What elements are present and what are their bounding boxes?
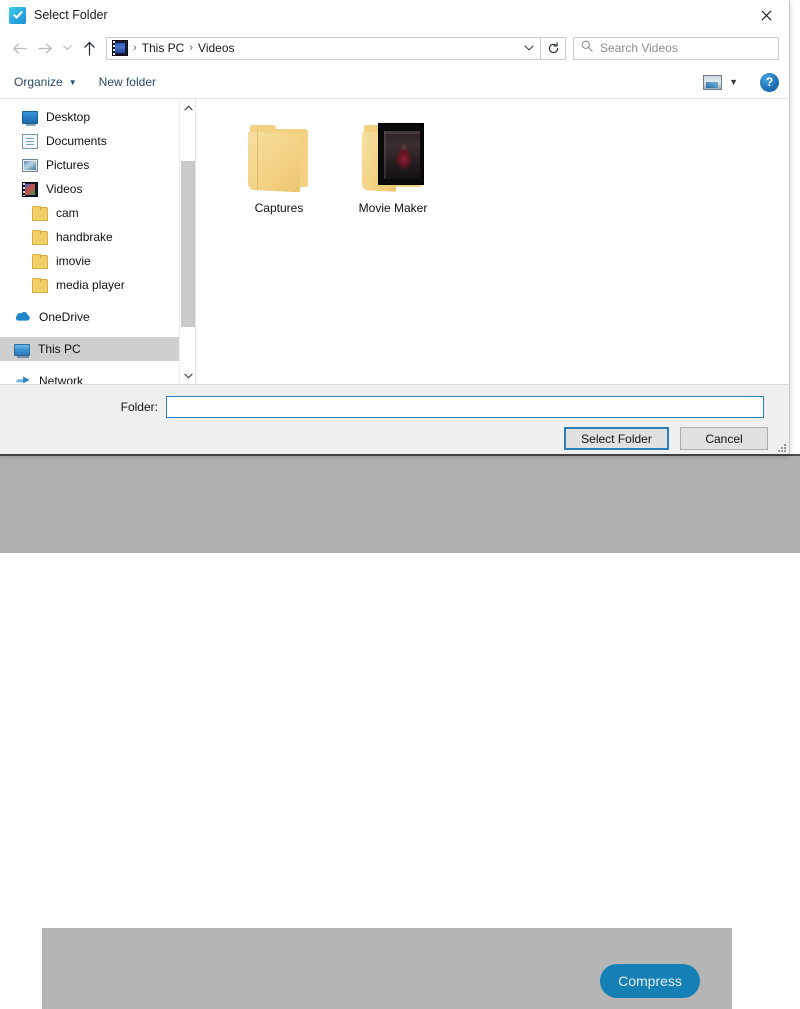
dialog-titlebar: Select Folder <box>0 0 789 30</box>
sidebar-item-desktop[interactable]: Desktop <box>0 105 195 129</box>
select-folder-dialog: Select Folder <box>0 0 790 454</box>
navigation-bar: › This PC › Videos Search <box>0 30 789 66</box>
organize-button[interactable]: Organize ▼ <box>14 75 77 89</box>
address-chevron-down-icon[interactable] <box>518 38 540 59</box>
sidebar-item-pictures[interactable]: Pictures <box>0 153 195 177</box>
organize-label: Organize <box>14 75 63 89</box>
breadcrumb-this-pc[interactable]: This PC <box>142 41 185 55</box>
sidebar-scrollbar[interactable] <box>179 99 195 384</box>
scrollbar-thumb[interactable] <box>181 161 195 327</box>
onedrive-icon <box>14 309 31 325</box>
file-list-view[interactable]: Captures Movie Maker <box>196 99 789 384</box>
sidebar-item-label: media player <box>56 278 125 292</box>
sidebar-item-label: OneDrive <box>39 310 90 324</box>
checkmark-icon <box>9 7 26 24</box>
sidebar-item-label: Network <box>39 374 83 384</box>
folder-icon <box>32 231 48 245</box>
refresh-icon[interactable] <box>541 37 566 60</box>
view-chevron-down-icon[interactable]: ▼ <box>729 77 738 87</box>
folder-icon <box>32 279 48 293</box>
folder-with-thumbnail-icon <box>362 119 424 191</box>
videos-folder-icon <box>112 40 128 56</box>
file-item-label: Movie Maker <box>359 201 428 215</box>
compress-button[interactable]: Compress <box>600 964 700 998</box>
scroll-up-icon[interactable] <box>180 99 196 116</box>
search-icon <box>581 39 593 57</box>
documents-icon <box>22 134 38 149</box>
up-icon[interactable] <box>76 35 102 61</box>
view-options-icon[interactable] <box>703 75 722 90</box>
toolbar-right-group: ▼ ? <box>703 73 779 92</box>
address-bar[interactable]: › This PC › Videos <box>106 37 541 60</box>
sidebar-item-onedrive[interactable]: OneDrive <box>0 305 195 329</box>
pictures-icon <box>22 159 38 172</box>
folder-field-row: Folder: <box>0 385 789 418</box>
back-icon[interactable] <box>6 35 32 61</box>
search-placeholder-text: Search Videos <box>600 41 678 55</box>
sidebar-item-label: Desktop <box>46 110 90 124</box>
select-folder-button[interactable]: Select Folder <box>564 427 669 450</box>
network-icon <box>14 373 31 384</box>
scroll-down-icon[interactable] <box>180 367 196 384</box>
file-item-movie-maker[interactable]: Movie Maker <box>336 117 450 215</box>
dialog-title: Select Folder <box>34 8 108 22</box>
sidebar-item-imovie[interactable]: imovie <box>0 249 195 273</box>
history-chevron-down-icon[interactable] <box>58 35 76 61</box>
sidebar-item-label: imovie <box>56 254 91 268</box>
cancel-button[interactable]: Cancel <box>680 427 768 450</box>
folder-icon <box>32 207 48 221</box>
this-pc-icon <box>14 344 30 356</box>
background-app-body: Compress <box>0 454 800 553</box>
sidebar-item-label: cam <box>56 206 79 220</box>
command-toolbar: Organize ▼ New folder ▼ ? <box>0 66 789 99</box>
dialog-body: Desktop Documents <box>0 99 789 384</box>
folder-label: Folder: <box>0 400 166 414</box>
navigation-pane: Desktop Documents <box>0 99 196 384</box>
file-item-captures[interactable]: Captures <box>222 117 336 215</box>
desktop-icon <box>22 111 38 124</box>
videos-icon <box>22 182 38 197</box>
sidebar-item-label: This PC <box>38 342 81 356</box>
sidebar-item-documents[interactable]: Documents <box>0 129 195 153</box>
folder-icon <box>248 119 310 191</box>
sidebar-item-label: Videos <box>46 182 82 196</box>
forward-icon[interactable] <box>32 35 58 61</box>
sidebar-item-this-pc[interactable]: This PC <box>0 337 195 361</box>
sidebar-item-media-player[interactable]: media player <box>0 273 195 297</box>
sidebar-item-handbrake[interactable]: handbrake <box>0 225 195 249</box>
sidebar-item-label: Pictures <box>46 158 89 172</box>
search-input[interactable]: Search Videos <box>573 37 779 60</box>
sidebar-item-videos[interactable]: Videos <box>0 177 195 201</box>
new-folder-label: New folder <box>99 75 156 89</box>
sidebar-item-label: Documents <box>46 134 107 148</box>
resize-grip[interactable] <box>775 441 787 453</box>
new-folder-button[interactable]: New folder <box>99 75 156 89</box>
file-item-label: Captures <box>255 201 304 215</box>
dialog-button-row: Select Folder Cancel <box>564 427 768 450</box>
folder-name-input[interactable] <box>166 396 764 418</box>
close-icon[interactable] <box>743 0 789 30</box>
sidebar-item-network[interactable]: Network <box>0 369 195 384</box>
sidebar-item-cam[interactable]: cam <box>0 201 195 225</box>
folder-thumbnail-image <box>378 123 424 185</box>
breadcrumb-separator: › <box>189 42 193 54</box>
breadcrumb-videos[interactable]: Videos <box>198 41 234 55</box>
dialog-footer: Folder: Select Folder Cancel <box>0 384 789 454</box>
help-icon[interactable]: ? <box>760 73 779 92</box>
sidebar-item-label: handbrake <box>56 230 113 244</box>
breadcrumb-separator: › <box>133 42 137 54</box>
folder-icon <box>32 255 48 269</box>
chevron-down-icon: ▼ <box>69 78 77 87</box>
